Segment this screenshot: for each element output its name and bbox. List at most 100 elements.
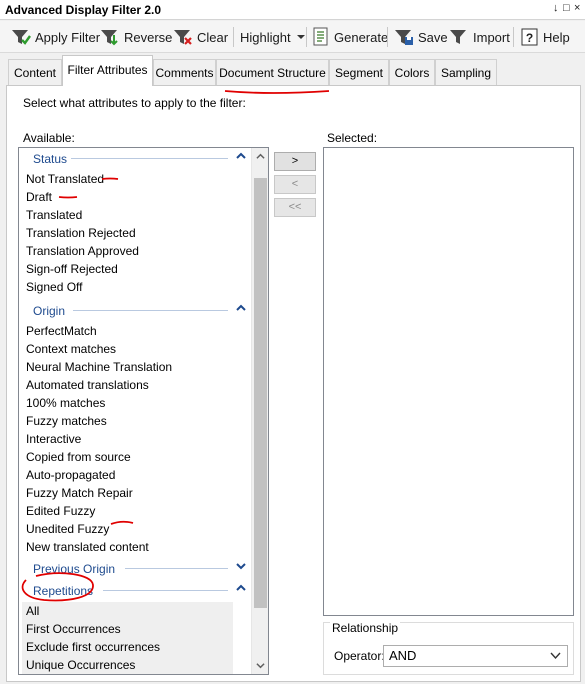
relationship-group: Relationship Operator: AND xyxy=(323,621,574,675)
highlight-label: Highlight xyxy=(240,29,291,45)
list-item[interactable]: Unedited Fuzzy xyxy=(19,520,252,538)
scroll-up-icon[interactable] xyxy=(256,152,265,161)
group-divider xyxy=(71,158,228,159)
generate-label: Generate xyxy=(334,29,389,45)
available-scrollbar[interactable] xyxy=(251,148,268,674)
list-item[interactable]: PerfectMatch xyxy=(19,322,252,340)
tab-strip: Content Filter Attributes Comments Docum… xyxy=(0,53,585,86)
scrollbar-thumb[interactable] xyxy=(254,178,267,608)
svg-text:?: ? xyxy=(526,31,533,45)
tab-filter-attributes[interactable]: Filter Attributes xyxy=(62,55,153,86)
list-item[interactable]: Copied from source xyxy=(19,448,252,466)
tab-colors[interactable]: Colors xyxy=(389,59,435,85)
filter-import-icon xyxy=(450,30,466,44)
group-header-status[interactable]: Status xyxy=(19,148,252,170)
list-item[interactable]: Sign-off Rejected xyxy=(19,260,252,278)
list-item[interactable]: Exclude first occurrences xyxy=(22,638,233,656)
save-button[interactable]: Save xyxy=(394,25,448,49)
clear-label: Clear xyxy=(197,29,229,45)
save-label: Save xyxy=(418,29,448,45)
list-item[interactable]: Translated xyxy=(19,206,252,224)
import-label: Import xyxy=(473,29,510,45)
apply-filter-button[interactable]: Apply Filter xyxy=(11,25,100,49)
group-divider xyxy=(73,310,228,311)
list-item[interactable]: 100% matches xyxy=(19,394,252,412)
window-title: Advanced Display Filter 2.0 xyxy=(5,3,162,17)
list-item[interactable]: Signed Off xyxy=(19,278,252,296)
group-divider xyxy=(125,568,228,569)
chevron-up-icon[interactable] xyxy=(236,303,246,313)
operator-select[interactable]: AND xyxy=(383,645,568,667)
chevron-down-icon[interactable] xyxy=(236,561,246,571)
list-item[interactable]: Edited Fuzzy xyxy=(19,502,252,520)
remove-all-button[interactable]: << xyxy=(274,198,316,217)
list-item[interactable]: Unique Occurrences xyxy=(22,656,233,674)
generate-button[interactable]: Generate xyxy=(312,25,388,49)
list-item[interactable]: All xyxy=(22,602,233,620)
reverse-button[interactable]: Reverse xyxy=(100,25,172,49)
clear-button[interactable]: Clear xyxy=(173,25,228,49)
toolbar-separator xyxy=(513,27,514,47)
filter-reverse-icon xyxy=(101,30,118,46)
list-item[interactable]: Auto-propagated xyxy=(19,466,252,484)
group-name: Previous Origin xyxy=(33,562,116,576)
operator-label: Operator: xyxy=(334,649,385,663)
group-header-origin[interactable]: Origin xyxy=(19,300,252,322)
list-item[interactable]: Fuzzy Match Repair xyxy=(19,484,252,502)
help-label: Help xyxy=(543,29,570,45)
toolbar-separator xyxy=(387,27,388,47)
chevron-up-icon[interactable] xyxy=(236,583,246,593)
list-item[interactable]: Draft xyxy=(19,188,252,206)
chevron-up-icon[interactable] xyxy=(236,151,246,161)
remove-button[interactable]: < xyxy=(274,175,316,194)
filter-clear-icon xyxy=(174,30,192,45)
filter-save-icon xyxy=(395,30,413,45)
list-item[interactable]: New translated content xyxy=(19,538,252,556)
toolbar: Apply Filter Reverse Clear Highlight Gen… xyxy=(0,21,585,53)
operator-value: AND xyxy=(389,648,417,663)
document-generate-icon xyxy=(313,27,328,46)
title-bar: Advanced Display Filter 2.0 ↓ □ × xyxy=(0,0,585,20)
maximize-icon[interactable]: □ xyxy=(563,2,570,14)
filter-apply-icon xyxy=(12,30,31,45)
group-header-previous-origin[interactable]: Previous Origin xyxy=(19,558,252,580)
tab-sampling[interactable]: Sampling xyxy=(435,59,497,85)
list-item[interactable]: First Occurrences xyxy=(22,620,233,638)
group-name: Origin xyxy=(33,304,66,318)
tab-document-structure[interactable]: Document Structure xyxy=(216,59,329,85)
import-button[interactable]: Import xyxy=(449,25,510,49)
pin-icon[interactable]: ↓ xyxy=(553,2,559,14)
list-item[interactable]: Interactive xyxy=(19,430,252,448)
toolbar-separator xyxy=(306,27,307,47)
highlight-button[interactable]: Highlight xyxy=(240,25,310,49)
group-name: Repetitions xyxy=(33,584,94,598)
list-item[interactable]: Context matches xyxy=(19,340,252,358)
apply-filter-label: Apply Filter xyxy=(35,29,101,45)
scroll-down-icon[interactable] xyxy=(256,661,265,670)
list-item[interactable]: Not Translated xyxy=(19,170,252,188)
reverse-label: Reverse xyxy=(124,29,173,45)
group-divider xyxy=(103,590,228,591)
tab-comments[interactable]: Comments xyxy=(153,59,216,85)
group-header-repetitions[interactable]: Repetitions xyxy=(19,580,252,602)
chevron-down-icon xyxy=(550,652,561,660)
list-item[interactable]: Translation Approved xyxy=(19,242,252,260)
selected-list[interactable] xyxy=(323,147,574,616)
close-icon[interactable]: × xyxy=(574,2,580,14)
available-label: Available: xyxy=(23,131,75,145)
dropdown-arrow-icon xyxy=(296,35,305,39)
tab-content[interactable]: Content xyxy=(8,59,62,85)
help-button[interactable]: ? Help xyxy=(521,25,570,49)
tab-segment[interactable]: Segment xyxy=(329,59,389,85)
available-list[interactable]: Status Not Translated Draft Translated T… xyxy=(18,147,269,675)
group-name: Status xyxy=(33,152,68,166)
list-item[interactable]: Automated translations xyxy=(19,376,252,394)
filter-attributes-panel: Select what attributes to apply to the f… xyxy=(6,85,581,682)
add-button[interactable]: > xyxy=(274,152,316,171)
selected-label: Selected: xyxy=(327,131,378,145)
list-item[interactable]: Translation Rejected xyxy=(19,224,252,242)
help-icon: ? xyxy=(521,28,538,46)
instruction-text: Select what attributes to apply to the f… xyxy=(23,96,246,110)
list-item[interactable]: Neural Machine Translation xyxy=(19,358,252,376)
list-item[interactable]: Fuzzy matches xyxy=(19,412,252,430)
